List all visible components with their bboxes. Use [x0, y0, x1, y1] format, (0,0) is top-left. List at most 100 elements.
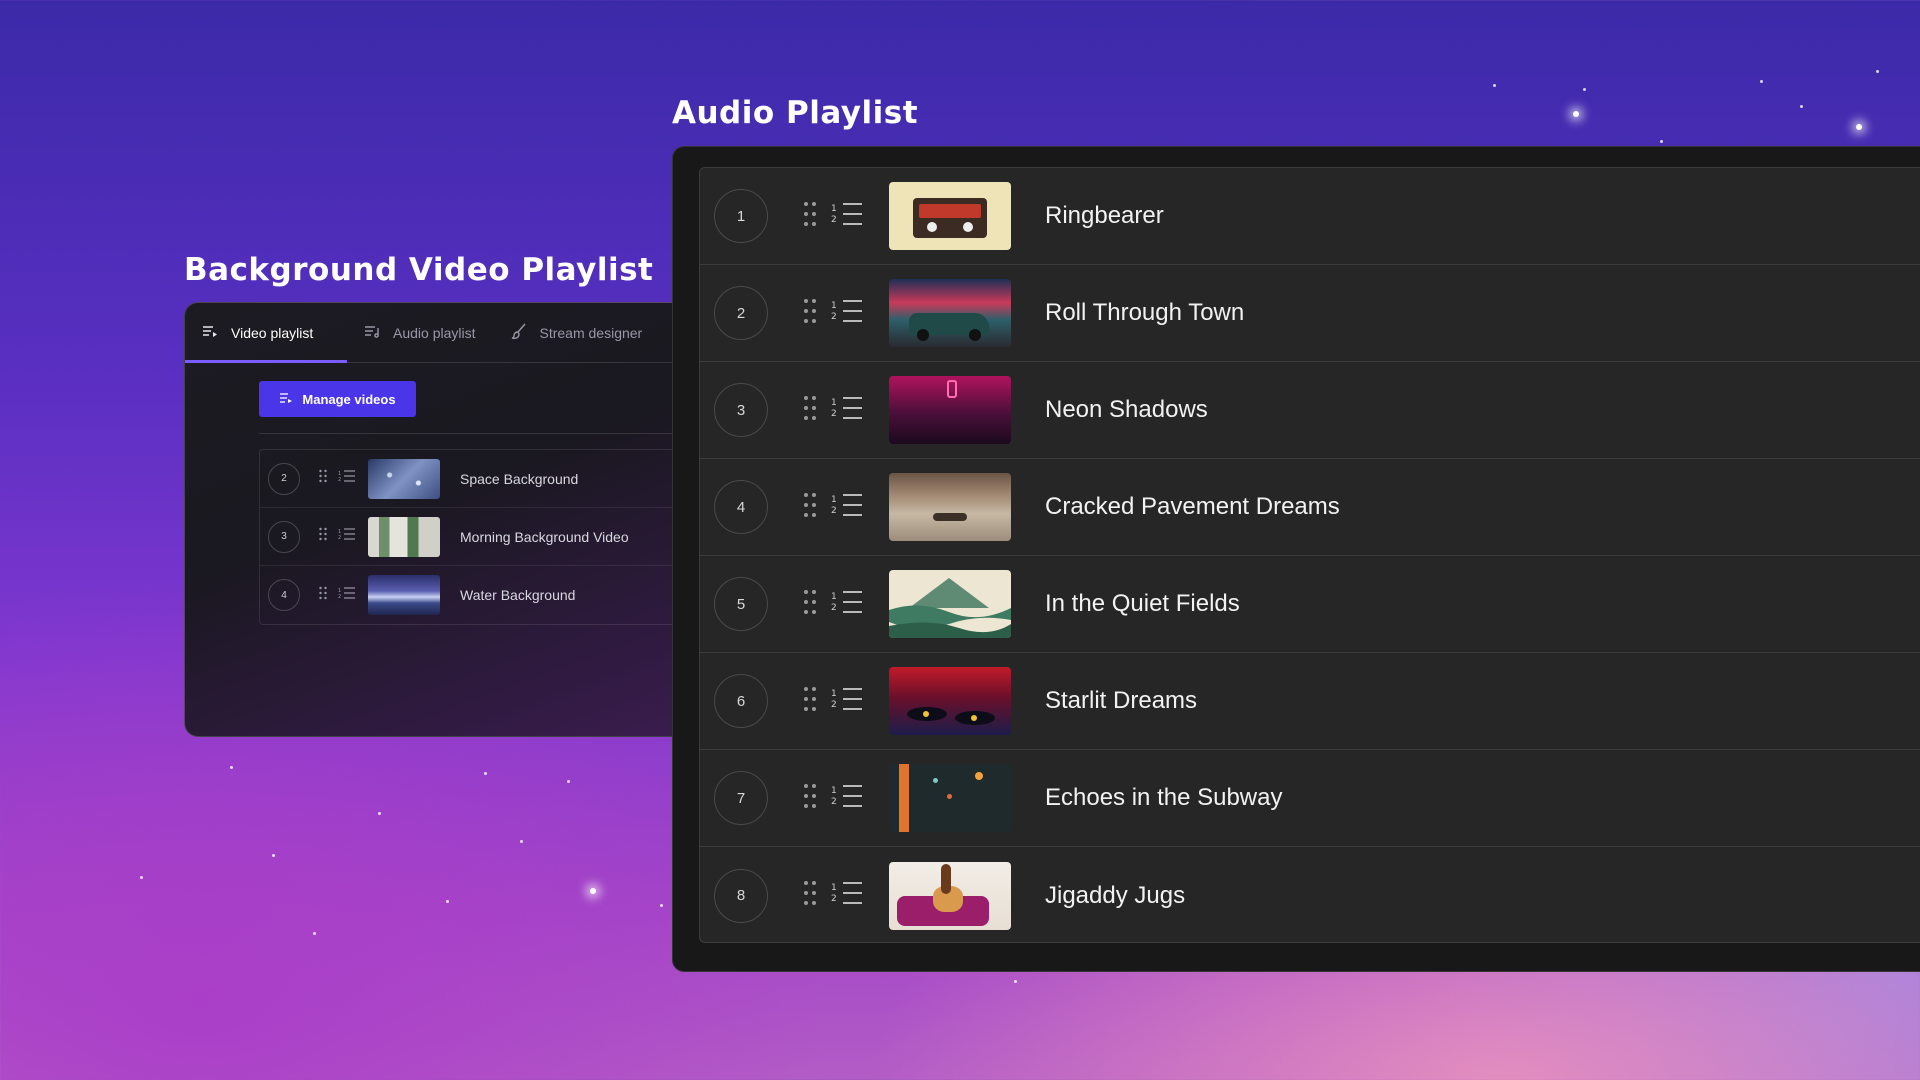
svg-text:2: 2 — [831, 797, 837, 807]
list-item[interactable]: 7 12 Echoes in the Subway — [700, 750, 1920, 847]
item-title: Ringbearer — [1045, 202, 1164, 229]
tab-label: Stream designer — [539, 324, 643, 341]
tab-stream-designer[interactable]: Stream designer — [494, 303, 661, 362]
list-icon — [279, 392, 293, 407]
item-title: In the Quiet Fields — [1045, 590, 1240, 617]
item-number: 5 — [714, 577, 768, 631]
drag-handle-icon[interactable] — [318, 527, 328, 546]
list-item[interactable]: 5 12 In the Quiet Fields — [700, 556, 1920, 653]
drag-handle-icon[interactable] — [803, 880, 817, 911]
order-list-icon[interactable]: 12 — [831, 783, 863, 814]
item-title: Cracked Pavement Dreams — [1045, 493, 1340, 520]
drag-handle-icon[interactable] — [803, 298, 817, 329]
order-list-icon[interactable]: 12 — [831, 880, 863, 911]
svg-text:1: 1 — [831, 689, 837, 699]
video-playlist-icon — [201, 322, 219, 343]
morning-background-thumbnail — [368, 516, 440, 557]
item-title: Water Background — [460, 587, 576, 603]
item-title: Neon Shadows — [1045, 396, 1208, 423]
svg-text:1: 1 — [831, 301, 837, 311]
list-item[interactable]: 2 12 Roll Through Town — [700, 265, 1920, 362]
drag-handle-icon[interactable] — [803, 589, 817, 620]
drag-handle-icon[interactable] — [803, 783, 817, 814]
svg-text:2: 2 — [831, 700, 837, 710]
tab-bar: Video playlist Audio playlist Stream des… — [185, 303, 684, 363]
audio-playlist-icon — [363, 322, 381, 343]
drag-handle-icon[interactable] — [803, 201, 817, 232]
video-playlist-panel: Video playlist Audio playlist Stream des… — [184, 302, 684, 737]
item-title: Space Background — [460, 470, 579, 487]
water-background-thumbnail — [368, 575, 440, 615]
divider — [259, 433, 684, 434]
item-number: 1 — [714, 189, 768, 243]
item-number: 2 — [268, 462, 300, 495]
quiet-fields-thumbnail — [889, 570, 1011, 638]
item-number: 8 — [714, 868, 768, 923]
neon-shadows-thumbnail — [889, 376, 1011, 444]
tab-label: Video playlist — [231, 324, 314, 341]
order-list-icon[interactable]: 12 — [831, 686, 863, 717]
tab-video-playlist[interactable]: Video playlist — [185, 303, 347, 363]
order-list-icon[interactable]: 12 — [338, 586, 356, 605]
audio-playlist-title: Audio Playlist — [672, 95, 919, 131]
audio-list: 1 12 Ringbearer 2 12 Roll Through Town 3… — [699, 167, 1920, 943]
tab-audio-playlist[interactable]: Audio playlist — [347, 303, 494, 362]
svg-text:2: 2 — [338, 477, 341, 483]
svg-text:1: 1 — [831, 786, 837, 796]
drag-handle-icon[interactable] — [318, 586, 328, 605]
order-list-icon[interactable]: 12 — [831, 201, 863, 232]
manage-videos-button[interactable]: Manage videos — [259, 381, 416, 417]
list-item[interactable]: 6 12 Starlit Dreams — [700, 653, 1920, 750]
audio-playlist-panel: 1 12 Ringbearer 2 12 Roll Through Town 3… — [672, 146, 1920, 972]
drag-handle-icon[interactable] — [803, 492, 817, 523]
list-item[interactable]: 1 12 Ringbearer — [700, 168, 1920, 265]
roll-through-town-thumbnail — [889, 279, 1011, 347]
ringbearer-thumbnail — [889, 182, 1011, 250]
item-number: 3 — [268, 520, 300, 553]
order-list-icon[interactable]: 12 — [338, 469, 356, 488]
item-number: 2 — [714, 286, 768, 340]
space-background-thumbnail — [368, 458, 440, 499]
cracked-pavement-thumbnail — [889, 473, 1011, 541]
item-number: 7 — [714, 771, 768, 825]
svg-text:1: 1 — [831, 398, 837, 408]
svg-text:2: 2 — [831, 603, 837, 613]
item-number: 6 — [714, 674, 768, 728]
item-title: Echoes in the Subway — [1045, 784, 1283, 811]
item-title: Starlit Dreams — [1045, 687, 1198, 714]
subway-thumbnail — [889, 764, 1011, 832]
svg-text:2: 2 — [831, 312, 837, 322]
item-title: Morning Background Video — [460, 528, 629, 545]
svg-text:2: 2 — [338, 594, 341, 600]
brush-icon — [510, 322, 528, 343]
order-list-icon[interactable]: 12 — [831, 395, 863, 426]
item-title: Roll Through Town — [1045, 299, 1245, 326]
svg-text:2: 2 — [831, 506, 837, 516]
svg-text:2: 2 — [831, 894, 837, 904]
manage-videos-label: Manage videos — [302, 391, 396, 407]
list-item[interactable]: 3 12 Neon Shadows — [700, 362, 1920, 459]
list-item[interactable]: 4 12 Cracked Pavement Dreams — [700, 459, 1920, 556]
item-number: 3 — [714, 383, 768, 437]
list-item[interactable]: 3 12 Morning Background Video — [260, 508, 684, 566]
svg-text:1: 1 — [831, 495, 837, 505]
order-list-icon[interactable]: 12 — [338, 527, 356, 546]
tab-label: Audio playlist — [393, 324, 476, 341]
drag-handle-icon[interactable] — [318, 469, 328, 488]
drag-handle-icon[interactable] — [803, 395, 817, 426]
svg-text:2: 2 — [831, 409, 837, 419]
item-number: 4 — [714, 480, 768, 534]
list-item[interactable]: 8 12 Jigaddy Jugs — [700, 847, 1920, 942]
svg-text:1: 1 — [831, 592, 837, 602]
order-list-icon[interactable]: 12 — [831, 589, 863, 620]
item-number: 4 — [268, 579, 300, 611]
order-list-icon[interactable]: 12 — [831, 298, 863, 329]
list-item[interactable]: 2 12 Space Background — [260, 450, 684, 508]
svg-text:1: 1 — [831, 204, 837, 214]
list-item[interactable]: 4 12 Water Background — [260, 566, 684, 624]
order-list-icon[interactable]: 12 — [831, 492, 863, 523]
video-list: 2 12 Space Background 3 12 Morning Backg… — [259, 449, 684, 625]
background-video-playlist-title: Background Video Playlist — [184, 252, 654, 288]
drag-handle-icon[interactable] — [803, 686, 817, 717]
svg-text:1: 1 — [831, 883, 837, 893]
